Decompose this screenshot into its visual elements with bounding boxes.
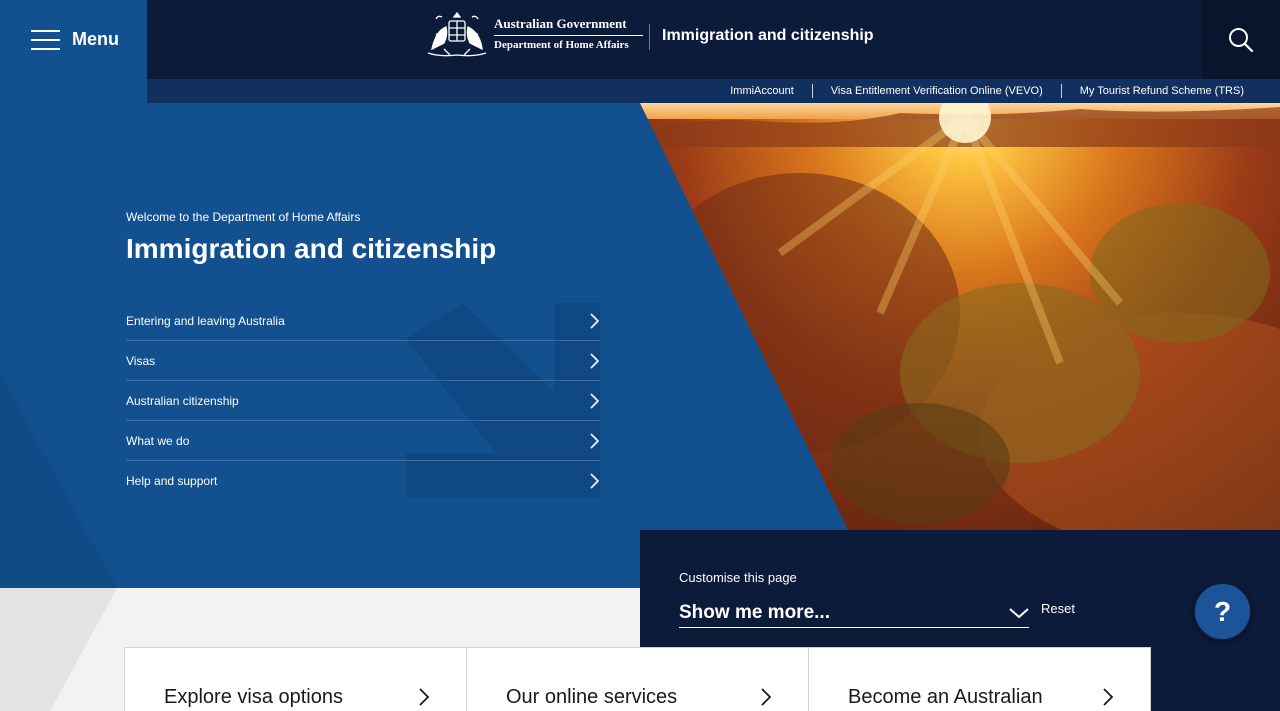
nav-item-label: Entering and leaving Australia [126, 313, 285, 328]
hero-title: Immigration and citizenship [126, 233, 497, 264]
nav-item-label: Australian citizenship [126, 393, 239, 408]
gov-line2: Department of Home Affairs [494, 38, 629, 51]
card-label: Explore visa options [164, 686, 343, 708]
search-button[interactable] [1202, 0, 1280, 79]
card-label: Our online services [506, 686, 678, 708]
nav-item-visas[interactable]: Visas [126, 341, 600, 381]
chevron-right-icon [590, 432, 600, 449]
search-icon [1229, 27, 1254, 52]
card-online-services[interactable]: Our online services [466, 647, 809, 711]
government-wordmark: Australian Government Department of Home… [494, 16, 643, 53]
nav-item-what-we-do[interactable]: What we do [126, 421, 600, 461]
menu-button[interactable]: Menu [0, 0, 147, 103]
chevron-down-icon [1009, 607, 1029, 618]
menu-label: Menu [72, 29, 119, 49]
chevron-right-icon [761, 688, 772, 706]
chevron-right-icon [590, 392, 600, 409]
card-explore-visa-options[interactable]: Explore visa options [124, 647, 467, 711]
nav-item-entering-leaving[interactable]: Entering and leaving Australia [126, 301, 600, 341]
hero-nav-list: Entering and leaving Australia Visas Aus… [126, 301, 600, 501]
feature-cards: Explore visa options Our online services… [124, 647, 1151, 711]
customise-dropdown[interactable]: Show me more... [679, 598, 1029, 628]
card-label: Become an Australian [848, 686, 1043, 708]
reset-button[interactable]: Reset [1041, 601, 1075, 616]
chevron-right-icon [419, 688, 430, 706]
customise-label: Customise this page [679, 570, 797, 585]
quick-links-bar: ImmiAccount Visa Entitlement Verificatio… [147, 79, 1280, 103]
government-logo[interactable]: Australian Government Department of Home… [424, 9, 643, 59]
quicklink-immiaccount[interactable]: ImmiAccount [712, 84, 812, 98]
chevron-right-icon [590, 312, 600, 329]
help-button[interactable]: ? [1193, 582, 1252, 641]
quicklink-trs[interactable]: My Tourist Refund Scheme (TRS) [1060, 84, 1262, 98]
chevron-right-icon [590, 352, 600, 369]
site-title[interactable]: Immigration and citizenship [662, 27, 874, 45]
quicklink-vevo[interactable]: Visa Entitlement Verification Online (VE… [811, 84, 1061, 98]
gov-line1: Australian Government [494, 16, 643, 36]
card-become-australian[interactable]: Become an Australian [808, 647, 1151, 711]
welcome-text: Welcome to the Department of Home Affair… [126, 210, 361, 224]
hamburger-icon [31, 30, 60, 50]
nav-item-citizenship[interactable]: Australian citizenship [126, 381, 600, 421]
nav-item-label: What we do [126, 433, 190, 448]
chevron-right-icon [590, 473, 600, 489]
brand-divider [649, 24, 650, 50]
nav-item-label: Help and support [126, 474, 218, 488]
hero-heading-group: Welcome to the Department of Home Affair… [126, 210, 496, 265]
coat-of-arms-icon [427, 11, 487, 57]
chevron-right-icon [1103, 688, 1114, 706]
nav-item-label: Visas [126, 353, 156, 368]
hero-banner: Welcome to the Department of Home Affair… [0, 103, 1280, 588]
customise-selected-value: Show me more... [679, 601, 830, 623]
nav-item-help-support[interactable]: Help and support [126, 461, 600, 501]
